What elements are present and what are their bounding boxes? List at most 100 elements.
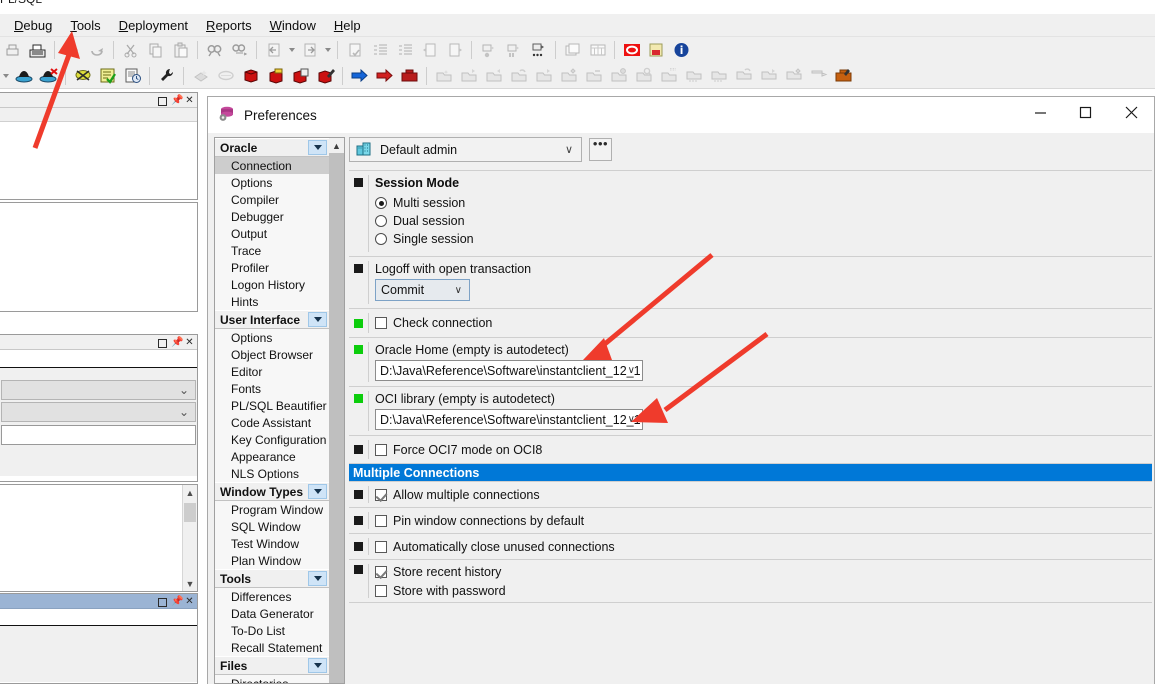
menu-item-deployment[interactable]: Deployment bbox=[110, 16, 197, 35]
sidebar-item-test-window[interactable]: Test Window bbox=[215, 535, 329, 552]
allow-multiple-checkbox[interactable]: Allow multiple connections bbox=[375, 485, 1152, 504]
sidebar-item-code-assistant[interactable]: Code Assistant bbox=[215, 414, 329, 431]
obj5-icon[interactable] bbox=[532, 65, 555, 87]
sidebar-item-options[interactable]: Options bbox=[215, 329, 329, 346]
info-icon[interactable] bbox=[670, 39, 693, 61]
play-macro-icon[interactable] bbox=[502, 39, 525, 61]
dialog-title-bar[interactable]: Preferences bbox=[208, 97, 1154, 133]
paste-icon[interactable] bbox=[169, 39, 192, 61]
radio-multi-session[interactable]: Multi session bbox=[375, 194, 1152, 212]
execute-red-arrow-icon[interactable] bbox=[373, 65, 396, 87]
toolbox-icon[interactable] bbox=[398, 65, 421, 87]
checkbox-icon[interactable] bbox=[375, 514, 387, 527]
chevron-down-icon[interactable] bbox=[308, 140, 327, 155]
pin-icon[interactable]: 📌 bbox=[171, 337, 183, 347]
checklist-icon[interactable] bbox=[96, 65, 119, 87]
check-connection-checkbox[interactable]: Check connection bbox=[375, 314, 1152, 333]
radio-icon[interactable] bbox=[375, 233, 387, 245]
checkbox-icon[interactable] bbox=[375, 488, 387, 501]
chevron-down-icon[interactable] bbox=[308, 571, 327, 586]
sidebar-item-hints[interactable]: Hints bbox=[215, 293, 329, 310]
history-icon[interactable] bbox=[121, 65, 144, 87]
sidebar-item-output[interactable]: Output bbox=[215, 225, 329, 242]
profile-select[interactable]: Default admin ∨ bbox=[349, 137, 582, 162]
new-session-icon[interactable] bbox=[12, 65, 35, 87]
chevron-down-icon[interactable]: ∨ bbox=[455, 285, 462, 296]
sidebar-item-plan-window[interactable]: Plan Window bbox=[215, 552, 329, 569]
print-icon[interactable] bbox=[1, 39, 24, 61]
cut-icon[interactable] bbox=[119, 39, 142, 61]
oracle-icon[interactable] bbox=[620, 39, 643, 61]
sidebar-item-editor[interactable]: Editor bbox=[215, 363, 329, 380]
radio-icon[interactable] bbox=[375, 197, 387, 209]
comment-icon[interactable] bbox=[418, 39, 441, 61]
sidebar-item-to-do-list[interactable]: To-Do List bbox=[215, 622, 329, 639]
sidebar-item-recall-statement[interactable]: Recall Statement bbox=[215, 639, 329, 656]
chevron-down-icon[interactable] bbox=[308, 312, 327, 327]
new-object-icon[interactable] bbox=[189, 65, 212, 87]
macro-options-icon[interactable] bbox=[527, 39, 550, 61]
toolbar-overflow-arrow[interactable] bbox=[0, 65, 11, 87]
obj1-icon[interactable] bbox=[432, 65, 455, 87]
auto-close-checkbox[interactable]: Automatically close unused connections bbox=[375, 537, 1152, 556]
sidebar-item-compiler[interactable]: Compiler bbox=[215, 191, 329, 208]
previous-dropdown-arrow[interactable] bbox=[286, 39, 297, 61]
sidebar-item-program-window[interactable]: Program Window bbox=[215, 501, 329, 518]
maximize-button[interactable] bbox=[1063, 97, 1108, 127]
oracle-home-input[interactable]: D:\Java\Reference\Software\instantclient… bbox=[375, 360, 643, 381]
obj16-icon[interactable] bbox=[807, 65, 830, 87]
close-icon[interactable]: ✕ bbox=[185, 596, 194, 606]
nav-group-oracle[interactable]: Oracle bbox=[215, 138, 329, 157]
chevron-down-icon[interactable] bbox=[308, 658, 327, 673]
chevron-down-icon[interactable]: ∨ bbox=[628, 414, 635, 425]
sidebar-item-sql-window[interactable]: SQL Window bbox=[215, 518, 329, 535]
obj8-icon[interactable] bbox=[607, 65, 630, 87]
obj13-icon[interactable] bbox=[732, 65, 755, 87]
sidebar-item-appearance[interactable]: Appearance bbox=[215, 448, 329, 465]
next-icon[interactable] bbox=[298, 39, 321, 61]
force-oci7-checkbox[interactable]: Force OCI7 mode on OCI8 bbox=[375, 440, 1152, 459]
profile-more-button[interactable]: ••• bbox=[589, 137, 612, 161]
store-history-checkbox[interactable]: Store recent history bbox=[375, 562, 1152, 581]
menu-item-window[interactable]: Window bbox=[261, 16, 325, 35]
sidebar-item-options[interactable]: Options bbox=[215, 174, 329, 191]
record-icon[interactable] bbox=[477, 39, 500, 61]
obj2-icon[interactable] bbox=[457, 65, 480, 87]
pin-window-checkbox[interactable]: Pin window connections by default bbox=[375, 511, 1152, 530]
sidebar-item-trace[interactable]: Trace bbox=[215, 242, 329, 259]
pdf-icon[interactable] bbox=[645, 39, 668, 61]
maximize-icon[interactable] bbox=[157, 96, 167, 106]
sidebar-item-directories[interactable]: Directories bbox=[215, 675, 329, 683]
radio-single-session[interactable]: Single session bbox=[375, 230, 1152, 248]
print-setup-icon[interactable] bbox=[26, 39, 49, 61]
oci-library-input[interactable]: D:\Java\Reference\Software\instantclient… bbox=[375, 409, 643, 430]
checkbox-icon[interactable] bbox=[375, 317, 387, 329]
nav-group-window-types[interactable]: Window Types bbox=[215, 482, 329, 501]
toolbox2-icon[interactable] bbox=[832, 65, 855, 87]
nav-group-files[interactable]: Files bbox=[215, 656, 329, 675]
sidebar-item-object-browser[interactable]: Object Browser bbox=[215, 346, 329, 363]
pin-icon[interactable]: 📌 bbox=[171, 95, 183, 105]
obj3-icon[interactable] bbox=[482, 65, 505, 87]
obj9-icon[interactable] bbox=[632, 65, 655, 87]
obj7-icon[interactable] bbox=[582, 65, 605, 87]
obj10-icon[interactable] bbox=[657, 65, 680, 87]
undo-icon[interactable] bbox=[60, 39, 83, 61]
obj15-icon[interactable] bbox=[782, 65, 805, 87]
sidebar-item-key-configuration[interactable]: Key Configuration bbox=[215, 431, 329, 448]
menu-item-tools[interactable]: Tools bbox=[61, 16, 109, 35]
browse-icon[interactable] bbox=[214, 65, 237, 87]
check-document-icon[interactable] bbox=[343, 39, 366, 61]
sidebar-item-fonts[interactable]: Fonts bbox=[215, 380, 329, 397]
previous-icon[interactable] bbox=[262, 39, 285, 61]
chevron-down-icon[interactable] bbox=[308, 484, 327, 499]
close-icon[interactable]: ✕ bbox=[185, 95, 194, 105]
checkbox-icon[interactable] bbox=[375, 565, 387, 578]
copy-icon[interactable] bbox=[144, 39, 167, 61]
checkbox-icon[interactable] bbox=[375, 584, 387, 597]
book-edit-icon[interactable] bbox=[314, 65, 337, 87]
scroll-up-arrow[interactable]: ▲ bbox=[183, 485, 197, 500]
sidebar-item-nls-options[interactable]: NLS Options bbox=[215, 465, 329, 482]
indent-icon[interactable] bbox=[368, 39, 391, 61]
close-button[interactable] bbox=[1108, 97, 1154, 127]
